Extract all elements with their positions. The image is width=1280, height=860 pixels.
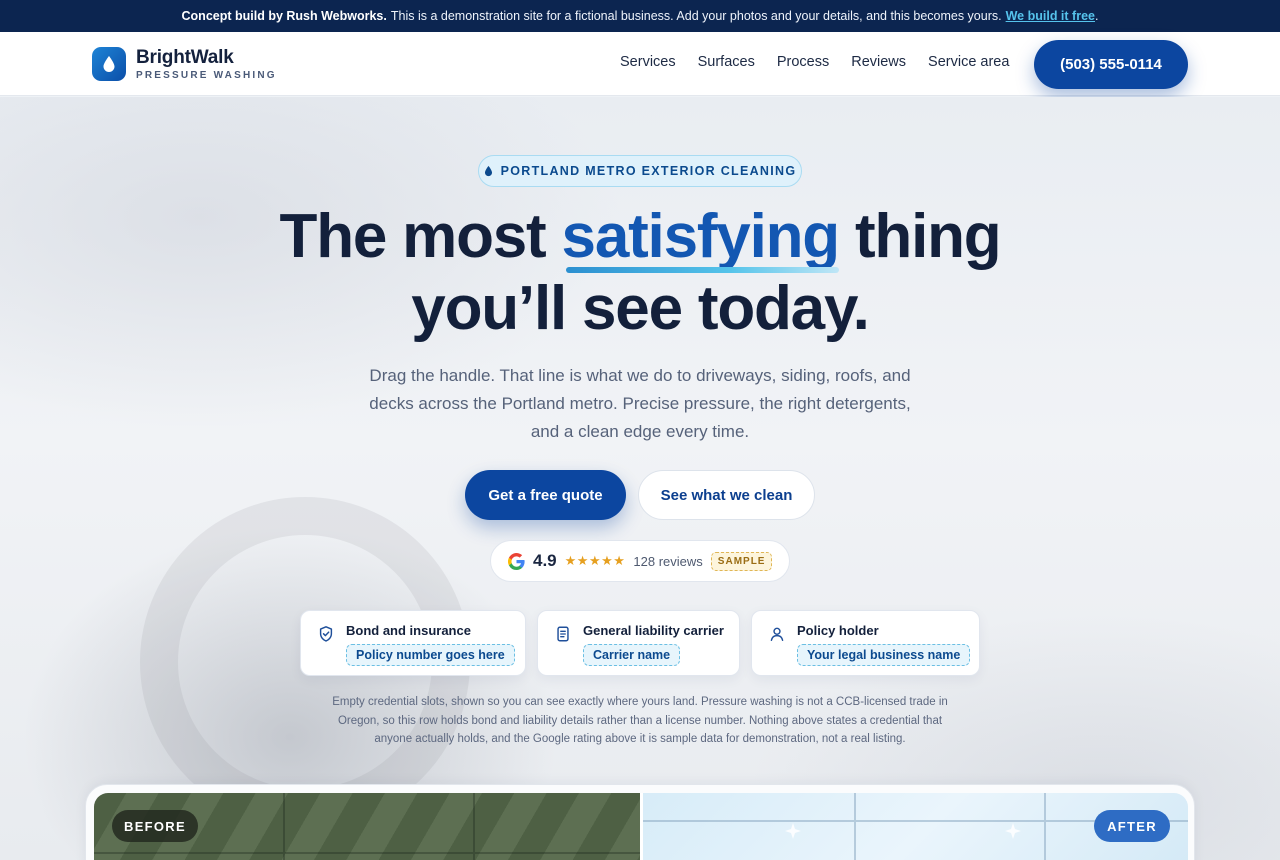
water-drop-icon — [92, 47, 126, 81]
nav-item-service-area[interactable]: Service area — [928, 54, 1009, 70]
review-count: 128 reviews — [633, 553, 703, 569]
before-label: BEFORE — [112, 810, 198, 842]
nav-item-services[interactable]: Services — [620, 54, 676, 70]
nav-item-process[interactable]: Process — [777, 54, 829, 70]
sample-badge: SAMPLE — [710, 551, 773, 571]
headline-accent: satisfying — [561, 202, 840, 273]
phone-button[interactable]: (503) 555-0114 — [1034, 40, 1188, 89]
after-label: AFTER — [1094, 810, 1170, 842]
get-free-quote-button[interactable]: Get a free quote — [465, 470, 626, 520]
slider-handle-line[interactable] — [640, 793, 643, 860]
credential-card-bond: Bond and insurance Policy number goes he… — [300, 610, 526, 676]
announcement-bar: Concept build by Rush Webworks. This is … — [0, 0, 1280, 32]
google-rating-pill[interactable]: 4.9 ★★★★★ 128 reviews SAMPLE — [490, 540, 790, 582]
headline-part-1: The most — [279, 202, 547, 271]
announcement-lead: Concept build by Rush Webworks. — [181, 9, 387, 23]
headline-part-2: thing — [854, 202, 1002, 271]
water-drop-icon — [484, 165, 492, 177]
announcement-trail: . — [1094, 9, 1099, 23]
brand-tagline: PRESSURE WASHING — [136, 69, 277, 81]
hero-section: PORTLAND METRO EXTERIOR CLEANING The mos… — [0, 97, 1280, 860]
announcement-text: This is a demonstration site for a ficti… — [390, 9, 1002, 23]
credential-card-holder: Policy holder Your legal business name — [751, 610, 980, 676]
we-build-it-free-link[interactable]: We build it free — [1006, 9, 1095, 23]
google-icon — [508, 552, 525, 570]
hero-badge-label: PORTLAND METRO EXTERIOR CLEANING — [500, 164, 797, 178]
document-icon — [557, 626, 569, 642]
nav-item-surfaces[interactable]: Surfaces — [698, 54, 755, 70]
site-header: BrightWalk PRESSURE WASHING Services Sur… — [0, 32, 1280, 96]
hero-badge: PORTLAND METRO EXTERIOR CLEANING — [478, 155, 802, 187]
credential-title: General liability carrier — [583, 623, 724, 638]
credential-title: Policy holder — [797, 623, 879, 638]
credential-slot: Carrier name — [583, 644, 681, 666]
credential-disclaimer: Empty credential slots, shown so you can… — [332, 696, 948, 745]
headline-line-2: you’ll see today. — [411, 274, 870, 343]
user-icon — [770, 627, 784, 642]
credential-slot: Policy number goes here — [346, 644, 515, 666]
hero-headline: The most satisfying thing you’ll see tod… — [0, 201, 1280, 345]
before-after-slider[interactable]: BEFORE AFTER — [85, 784, 1195, 860]
rating-score: 4.9 — [533, 551, 557, 570]
credential-title: Bond and insurance — [346, 623, 471, 638]
credential-card-carrier: General liability carrier Carrier name — [537, 610, 740, 676]
shield-check-icon — [319, 626, 333, 642]
hero-subcopy: Drag the handle. That line is what we do… — [369, 366, 911, 441]
rating-stars: ★★★★★ — [564, 553, 626, 568]
main-nav: Services Surfaces Process Reviews Servic… — [620, 54, 1009, 70]
brand-logo[interactable]: BrightWalk PRESSURE WASHING — [92, 47, 277, 81]
see-what-we-clean-button[interactable]: See what we clean — [638, 470, 815, 520]
nav-item-reviews[interactable]: Reviews — [851, 54, 906, 70]
brand-name: BrightWalk — [136, 46, 234, 68]
credential-slot: Your legal business name — [797, 644, 971, 666]
